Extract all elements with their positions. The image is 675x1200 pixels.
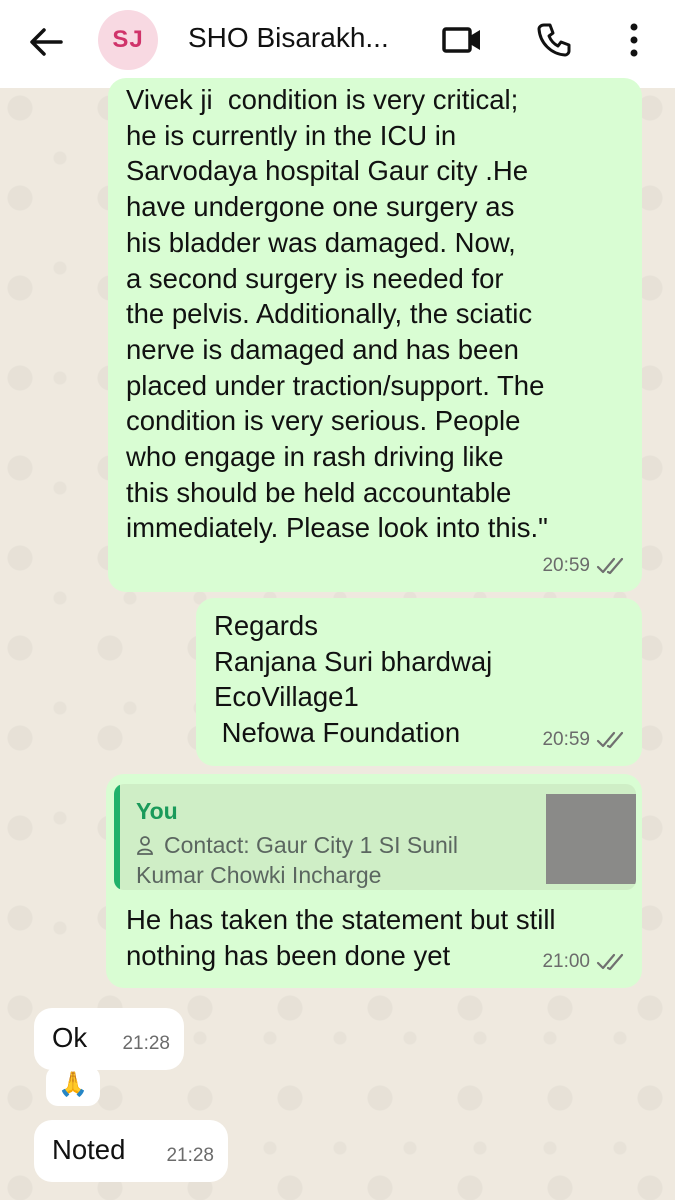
double-check-icon: [596, 954, 624, 971]
folded-hands-emoji: 🙏: [58, 1071, 88, 1098]
message-line: the pelvis. Additionally, the sciatic: [126, 298, 533, 330]
message-line: He has taken the statement but still: [126, 904, 556, 935]
message-line: have undergone one surgery as: [126, 191, 515, 223]
double-check-icon: [596, 732, 624, 749]
message-text: Noted: [52, 1134, 126, 1165]
message-line: who engage in rash driving like: [126, 441, 504, 473]
message-meta: 20:59: [542, 548, 628, 584]
message-line: nerve is damaged and has been: [126, 333, 519, 365]
message-line: this should be held accountable: [126, 476, 512, 508]
avatar[interactable]: SJ: [98, 10, 158, 70]
message-time: 21:00: [542, 951, 590, 973]
quote-text: Contact: Gaur City 1 SI Sunil Kumar Chow…: [136, 830, 536, 890]
message-bubble-outgoing[interactable]: You Contact: Gaur City 1 SI Sunil Kumar …: [106, 774, 642, 988]
message-text: Ok: [52, 1022, 88, 1053]
message-line: Ranjana Suri bhardwaj: [214, 645, 493, 677]
quoted-message[interactable]: You Contact: Gaur City 1 SI Sunil Kumar …: [114, 784, 636, 890]
message-time: 21:28: [122, 1033, 170, 1055]
message-time: 20:59: [542, 729, 590, 751]
message-time: 20:59: [542, 555, 590, 577]
message-line: a second surgery is needed for: [126, 262, 504, 294]
back-arrow-icon: [30, 28, 63, 56]
message-line: EcoVillage1: [214, 681, 359, 713]
message-bubble-outgoing[interactable]: Vivek ji condition is very critical; he …: [108, 78, 642, 592]
message-line: placed under traction/support. The: [126, 369, 545, 401]
message-meta: 20:59: [542, 722, 628, 758]
quote-accent-bar: [114, 784, 120, 890]
message-line: he is currently in the ICU in: [126, 119, 457, 151]
message-line: immediately. Please look into this.": [126, 512, 548, 544]
back-button[interactable]: [24, 20, 68, 64]
contact-name[interactable]: SHO Bisarakh...: [188, 22, 428, 54]
message-time: 21:28: [166, 1145, 214, 1167]
more-options-icon: [630, 23, 638, 57]
message-bubble-incoming[interactable]: Ok 21:28: [34, 1008, 184, 1070]
contact-person-icon: [137, 836, 153, 855]
message-line: nothing has been done yet: [126, 939, 451, 971]
quote-line-text: Contact: Gaur City 1 SI Sunil: [164, 832, 459, 858]
video-call-icon: [442, 27, 480, 53]
message-bubble-incoming[interactable]: 🙏: [46, 1066, 100, 1106]
message-line: Regards: [214, 610, 318, 641]
message-text: Vivek ji condition is very critical; he …: [126, 82, 548, 546]
message-line: Nefowa Foundation: [214, 717, 461, 749]
message-line: condition is very serious. People: [126, 405, 521, 437]
double-check-icon: [596, 558, 624, 575]
video-call-button[interactable]: [440, 18, 484, 62]
message-line: his bladder was damaged. Now,: [126, 226, 516, 258]
message-text: He has taken the statement but still not…: [126, 902, 556, 973]
message-meta: 21:00: [542, 944, 628, 980]
voice-call-button[interactable]: [532, 18, 576, 62]
more-options-button[interactable]: [612, 18, 656, 62]
message-text: Regards Ranjana Suri bhardwaj EcoVillage…: [214, 608, 492, 751]
quote-author: You: [136, 798, 178, 824]
chat-header: SJ SHO Bisarakh...: [0, 0, 675, 88]
quote-line: Contact: Gaur City 1 SI Sunil: [136, 830, 536, 860]
message-bubble-incoming[interactable]: Noted 21:28: [34, 1120, 228, 1182]
phone-call-icon: [537, 23, 571, 57]
quote-line: Kumar Chowki Incharge: [136, 862, 382, 888]
message-line: Sarvodaya hospital Gaur city .He: [126, 155, 528, 187]
message-line: Vivek ji condition is very critical;: [126, 84, 519, 115]
message-bubble-outgoing[interactable]: Regards Ranjana Suri bhardwaj EcoVillage…: [196, 598, 642, 766]
quote-thumbnail: [546, 794, 636, 884]
